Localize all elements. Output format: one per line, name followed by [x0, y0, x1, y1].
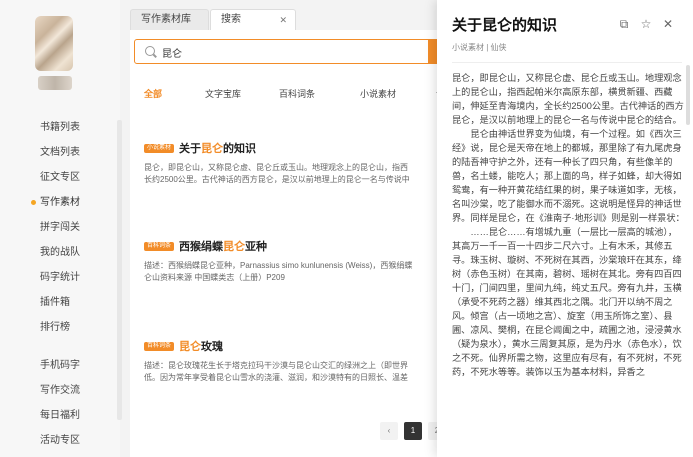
category-novel-material[interactable]: 小说素材	[360, 87, 396, 100]
close-icon[interactable]: ✕	[661, 17, 675, 31]
tab-material-library[interactable]: 写作素材库	[130, 9, 209, 31]
tab-label: 搜索	[221, 14, 241, 25]
detail-drawer: 关于昆仑的知识 ⧉ ☆ ✕ 小说素材 | 仙侠 昆仑，即昆仑山，又称昆仑虚、昆仑…	[437, 0, 693, 457]
result-title[interactable]: 小说素材 关于昆仑的知识	[144, 140, 256, 156]
sidebar-item-books[interactable]: 书籍列表	[40, 122, 80, 134]
sidebar-item-spelling[interactable]: 拼字闯关	[40, 222, 80, 234]
sidebar-item-team[interactable]: 我的战队	[40, 247, 80, 259]
detail-meta: 小说素材 | 仙侠	[452, 43, 507, 52]
star-icon[interactable]: ☆	[639, 17, 653, 31]
tab-search[interactable]: 搜索 ✕	[210, 9, 296, 31]
prev-page-button[interactable]: ‹	[380, 422, 398, 440]
sidebar-item-stats[interactable]: 码字统计	[40, 272, 80, 284]
result-title[interactable]: 百科词条 昆仑玫瑰	[144, 338, 223, 354]
tab-label: 写作素材库	[141, 14, 191, 25]
search-input-value[interactable]: 昆仑	[162, 45, 182, 60]
category-encyclopedia[interactable]: 百科词条	[279, 87, 315, 100]
detail-article: 昆仑，即昆仑山，又称昆仑虚、昆仑丘或玉山。地理观念上的昆仑山，指西起帕米尔高原东…	[452, 71, 686, 379]
category-all[interactable]: 全部	[144, 87, 162, 100]
result-description: 描述：西猴绢蝶昆仑亚种，Parnassius simo kunlunensis …	[144, 261, 413, 282]
detail-title: 关于昆仑的知识	[452, 17, 558, 34]
article-paragraph: 昆仑，即昆仑山，又称昆仑虚、昆仑丘或玉山。地理观念上的昆仑山，指西起帕米尔高原东…	[452, 73, 684, 125]
close-icon[interactable]: ✕	[279, 10, 287, 30]
sidebar-item-events[interactable]: 活动专区	[40, 435, 80, 447]
result-badge: 百科词条	[144, 241, 175, 251]
share-icon[interactable]: ⧉	[617, 17, 631, 31]
active-dot-icon	[31, 200, 36, 205]
sidebar-item-documents[interactable]: 文档列表	[40, 147, 80, 159]
sidebar-item-plugins[interactable]: 插件箱	[40, 297, 70, 309]
category-word-treasury[interactable]: 文字宝库	[205, 87, 241, 100]
sidebar-item-daily-bonus[interactable]: 每日福利	[40, 410, 80, 422]
result-title[interactable]: 百科词条 西猴绢蝶昆仑亚种	[144, 238, 267, 254]
article-paragraph: ……昆仑……有增城九重（一层比一层高的城池），其高万一千一百一十四步二尺六寸。上…	[452, 227, 682, 377]
avatar[interactable]	[35, 16, 73, 71]
detail-scrollbar[interactable]	[686, 65, 690, 125]
sidebar-item-writing-material[interactable]: 写作素材	[40, 197, 80, 209]
sidebar-item-ranking[interactable]: 排行榜	[40, 322, 70, 334]
search-input[interactable]: 昆仑	[134, 39, 444, 64]
result-badge: 百科词条	[144, 341, 175, 351]
search-icon	[145, 46, 155, 56]
result-badge: 小说素材	[144, 143, 175, 153]
result-description: 描述：昆仑玫瑰花生长于塔克拉玛干沙漠与昆仑山交汇的绿洲之上（即世界 低。因为常年…	[144, 361, 408, 382]
username-blurred	[38, 76, 72, 90]
sidebar-item-community[interactable]: 写作交流	[40, 385, 80, 397]
sidebar: 书籍列表 文档列表 征文专区 写作素材 拼字闯关 我的战队 码字统计 插件箱 排…	[0, 0, 122, 457]
page-button[interactable]: 1	[404, 422, 422, 440]
article-paragraph: 昆仑由神话世界变为仙境，有一个过程。如《西次三经》说，昆仑是天帝在地上的都城，那…	[452, 129, 685, 223]
sidebar-item-contest[interactable]: 征文专区	[40, 172, 80, 184]
result-description: 昆仑，即昆仑山，又称昆仑虚、昆仑丘或玉山。地理观念上的昆仑山，指西 长约2500…	[144, 163, 410, 184]
sidebar-item-mobile[interactable]: 手机码字	[40, 360, 80, 372]
divider	[452, 62, 682, 63]
